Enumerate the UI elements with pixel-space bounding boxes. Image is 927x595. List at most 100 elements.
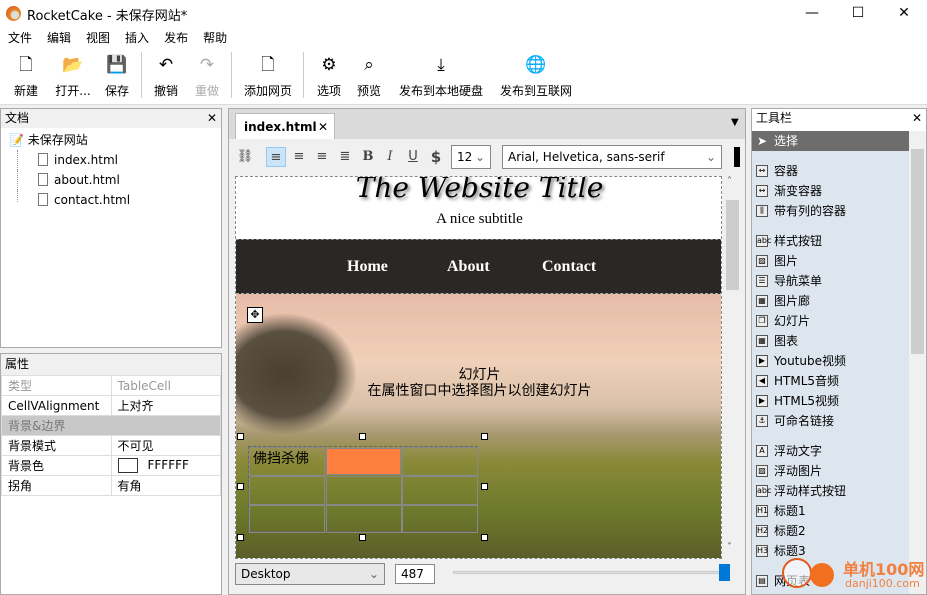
maximize-button[interactable]: ☐ (835, 0, 881, 27)
tool-item[interactable]: ▦ 图片廊 (752, 291, 909, 311)
tool-item[interactable]: ↔ 渐变容器 (752, 181, 909, 201)
tab-menu-icon[interactable]: ▼ (731, 117, 739, 128)
nav-contact[interactable]: Contact (542, 258, 596, 276)
resize-handle[interactable] (359, 433, 366, 440)
canvas-scrollbar[interactable]: ˄ ˅ (723, 176, 743, 559)
scroll-up-icon[interactable]: ˄ (727, 176, 732, 187)
resize-handle[interactable] (481, 483, 488, 490)
menu-publish[interactable]: 发布 (156, 27, 195, 46)
minimize-button[interactable]: — (789, 0, 835, 27)
width-slider-thumb[interactable] (719, 564, 730, 581)
font-size-select[interactable]: 12 ⌄ (451, 145, 491, 169)
site-title[interactable]: The Website Title (236, 177, 721, 204)
tool-item[interactable]: ↔ 容器 (752, 161, 909, 181)
underline-button[interactable]: U (403, 147, 423, 167)
align-left-button[interactable]: ≡ (266, 147, 286, 167)
tool-item[interactable]: ⚓ 可命名链接 (752, 411, 909, 431)
tab-close-icon[interactable]: ✕ (318, 120, 328, 134)
site-subtitle[interactable]: A nice subtitle (236, 211, 721, 228)
tool-item[interactable]: A 浮动文字 (752, 441, 909, 461)
resize-handle[interactable] (481, 534, 488, 541)
scrollbar-thumb[interactable] (726, 200, 739, 290)
align-right-button[interactable]: ≡ (312, 147, 332, 167)
justify-button[interactable]: ≣ (335, 147, 355, 167)
italic-button[interactable]: I (380, 147, 400, 167)
options-button[interactable]: ⚙ 选项 (315, 54, 343, 99)
page-canvas[interactable]: The Website Title A nice subtitle Home A… (235, 176, 722, 559)
tool-item[interactable]: ▶ Youtube视频 (752, 351, 909, 371)
device-select[interactable]: Desktop ⌄ (235, 563, 385, 585)
width-input[interactable]: 487 (395, 564, 435, 584)
publish-web-icon: 🌐 (525, 55, 547, 75)
window-title: RocketCake - 未保存网站* (27, 9, 188, 24)
resize-handle[interactable] (237, 433, 244, 440)
nav-home[interactable]: Home (347, 258, 388, 276)
redo-button[interactable]: ↷ 重做 (193, 54, 221, 99)
link-icon[interactable]: ⛓ (235, 147, 255, 167)
width-slider-track[interactable] (453, 571, 725, 574)
tool-item[interactable]: ❐ 幻灯片 (752, 311, 909, 331)
resize-handle[interactable] (481, 433, 488, 440)
slideshow[interactable]: 幻灯片 在属性窗口中选择图片以创建幻灯片 ✥ 佛挡杀佛 (236, 294, 721, 558)
dollar-button[interactable]: $ (426, 147, 446, 167)
nav-menu[interactable]: Home About Contact (236, 239, 721, 294)
table-cell[interactable] (249, 505, 325, 533)
tool-icon: H1 (756, 505, 769, 517)
tool-item[interactable]: ▨ 浮动图片 (752, 461, 909, 481)
new-button[interactable]: 🗋 新建 (12, 54, 40, 99)
publish-local-button[interactable]: ⤓ 发布到本地硬盘 (398, 54, 484, 99)
open-button[interactable]: 📂 打开... (54, 54, 92, 99)
tab-index-html[interactable]: index.html ✕ (235, 113, 335, 139)
tool-item[interactable]: ▦ 图表 (752, 331, 909, 351)
tool-item[interactable]: ▶ HTML5视频 (752, 391, 909, 411)
align-center-button[interactable]: ≡ (289, 147, 309, 167)
tool-item[interactable]: H2 标题2 (752, 521, 909, 541)
undo-button[interactable]: ↶ 撤销 (152, 54, 180, 99)
scrollbar-thumb[interactable] (911, 149, 924, 354)
menu-file[interactable]: 文件 (0, 27, 39, 46)
table-cell[interactable] (326, 476, 402, 505)
menu-view[interactable]: 视图 (78, 27, 117, 46)
tool-item[interactable]: ▨ 图片 (752, 251, 909, 271)
menu-edit[interactable]: 编辑 (39, 27, 78, 46)
tools-scrollbar[interactable] (909, 131, 926, 594)
color-swatch[interactable] (117, 458, 138, 473)
tree-file-index[interactable]: index.html (17, 150, 221, 170)
resize-handle[interactable] (237, 483, 244, 490)
tree-file-contact[interactable]: contact.html (17, 190, 221, 207)
text-color-button[interactable] (734, 147, 740, 167)
menu-insert[interactable]: 插入 (117, 27, 156, 46)
documents-close-icon[interactable]: ✕ (207, 109, 217, 128)
table-cell[interactable] (402, 505, 478, 533)
preview-button[interactable]: ⌕ 预览 (355, 54, 383, 99)
scroll-down-icon[interactable]: ˅ (727, 542, 732, 553)
move-handle-icon[interactable]: ✥ (247, 307, 263, 323)
add-page-button[interactable]: 🗋 添加网页 (242, 54, 294, 99)
nav-about[interactable]: About (447, 258, 490, 276)
tool-item[interactable]: abc 样式按钮 (752, 231, 909, 251)
menu-help[interactable]: 帮助 (195, 27, 234, 46)
close-button[interactable]: ✕ (881, 0, 927, 27)
tool-item[interactable]: abc 浮动样式按钮 (752, 481, 909, 501)
table-cell-highlighted[interactable] (326, 448, 401, 475)
tool-item[interactable]: ◀ HTML5音频 (752, 371, 909, 391)
table-cell[interactable] (249, 476, 325, 505)
table-cell[interactable] (402, 476, 478, 505)
table-cell[interactable]: 佛挡杀佛 (249, 447, 325, 476)
tool-select[interactable]: ➤ 选择 (752, 131, 909, 151)
tool-item[interactable]: ☰ 导航菜单 (752, 271, 909, 291)
tree-root[interactable]: 📝 未保存网站 (9, 130, 221, 150)
publish-web-button[interactable]: 🌐 发布到互联网 (499, 54, 573, 99)
tool-item[interactable]: ⫼ 带有列的容器 (752, 201, 909, 221)
tools-close-icon[interactable]: ✕ (912, 109, 922, 128)
font-family-select[interactable]: Arial, Helvetica, sans-serif ⌄ (502, 145, 722, 169)
save-button[interactable]: 💾 保存 (103, 54, 131, 99)
resize-handle[interactable] (237, 534, 244, 541)
table-cell[interactable] (326, 505, 402, 533)
table-element[interactable]: 佛挡杀佛 (248, 446, 478, 533)
tree-file-about[interactable]: about.html (17, 170, 221, 190)
tool-item[interactable]: H1 标题1 (752, 501, 909, 521)
table-cell[interactable] (402, 447, 478, 476)
resize-handle[interactable] (359, 534, 366, 541)
bold-button[interactable]: B (358, 147, 378, 167)
